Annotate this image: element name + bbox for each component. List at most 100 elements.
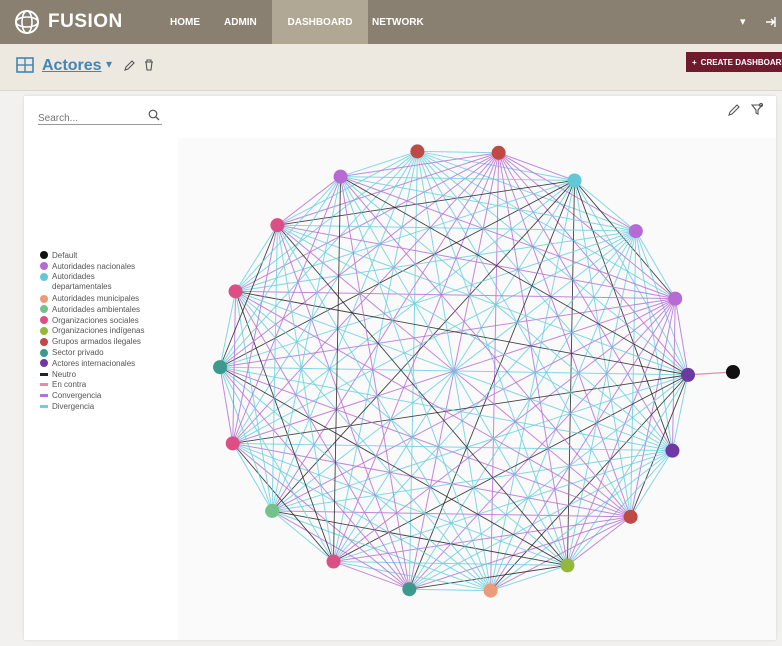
legend-label: Organizaciones indígenas <box>52 326 145 336</box>
legend-label: Divergencia <box>52 402 95 412</box>
legend-label: Neutro <box>52 369 77 379</box>
legend-label: Organizaciones sociales <box>52 315 139 325</box>
graph-node[interactable] <box>726 365 740 379</box>
create-dashboard-button[interactable]: + CREATE DASHBOARD <box>686 52 782 72</box>
graph-node[interactable] <box>628 224 643 239</box>
delete-icon[interactable] <box>144 59 154 71</box>
graph-node[interactable] <box>333 169 348 184</box>
legend-swatch <box>40 262 48 271</box>
legend-item: Autoridades nacionales <box>40 261 145 272</box>
legend-item: Autoridades municipales <box>40 293 145 304</box>
graph-node[interactable] <box>623 509 638 524</box>
legend-swatch <box>40 316 48 325</box>
graph-node[interactable] <box>270 218 285 233</box>
legend-item: Divergencia <box>40 401 145 412</box>
graph-edge <box>219 366 631 518</box>
fusion-logo-icon <box>15 10 39 34</box>
graph-edge <box>277 180 575 226</box>
graph-node[interactable] <box>402 582 417 597</box>
graph-legend: Default Autoridades nacionales Autoridad… <box>40 250 145 412</box>
graph-node[interactable] <box>410 144 425 159</box>
top-navbar: FUSION HOME ADMIN DASHBOARD NETWORK ▾ <box>0 0 782 44</box>
legend-label: Default <box>52 250 78 260</box>
graph-edge <box>277 224 673 452</box>
dashboard-select-chevron-icon[interactable]: ▾ <box>106 57 112 71</box>
legend-swatch <box>40 305 48 314</box>
legend-swatch <box>40 294 48 303</box>
nav-dashboard[interactable]: DASHBOARD <box>272 0 368 44</box>
legend-item: Convergencia <box>40 390 145 401</box>
graph-node[interactable] <box>668 291 683 306</box>
legend-item: Autoridades departamentales <box>40 272 145 294</box>
graph-node[interactable] <box>326 554 341 569</box>
dashboard-grid-icon <box>16 57 34 73</box>
graph-edge <box>417 150 499 154</box>
graph-edge <box>219 224 278 368</box>
graph-edge <box>232 176 342 444</box>
legend-label: Actores internacionales <box>52 358 136 368</box>
legend-item: Sector privado <box>40 347 145 358</box>
graph-node[interactable] <box>228 284 243 299</box>
edit-widget-icon[interactable] <box>728 104 740 116</box>
graph-node[interactable] <box>225 436 240 451</box>
graph-edge <box>219 366 334 562</box>
legend-label: Sector privado <box>52 348 104 358</box>
search-box <box>38 108 162 126</box>
legend-label: En contra <box>52 380 87 390</box>
graph-node[interactable] <box>213 360 228 375</box>
graph-edge <box>574 180 689 376</box>
legend-label: Autoridades municipales <box>52 294 140 304</box>
legend-swatch <box>40 383 48 387</box>
create-dashboard-label: CREATE DASHBOARD <box>700 57 782 67</box>
legend-swatch <box>40 394 48 398</box>
graph-edge <box>276 224 492 591</box>
nav-home[interactable]: HOME <box>160 0 210 44</box>
graph-edge <box>219 298 676 368</box>
graph-edge <box>333 516 631 563</box>
legend-label: Autoridades ambientales <box>52 304 141 314</box>
graph-edge <box>272 510 568 566</box>
network-graph[interactable] <box>178 138 776 640</box>
legend-item: Organizaciones sociales <box>40 315 145 326</box>
search-input[interactable] <box>38 111 138 126</box>
graph-edge <box>490 450 673 591</box>
search-icon[interactable] <box>148 109 160 121</box>
legend-item: Default <box>40 250 145 261</box>
network-graph-area <box>178 138 776 640</box>
logout-icon[interactable] <box>764 0 778 44</box>
legend-label: Autoridades nacionales <box>52 261 136 271</box>
legend-label: Grupos armados ilegales <box>52 337 141 347</box>
graph-node[interactable] <box>560 558 575 573</box>
graph-edges <box>219 150 734 592</box>
graph-edge <box>271 510 410 590</box>
graph-node[interactable] <box>665 443 680 458</box>
legend-label: Autoridades departamentales <box>52 271 112 292</box>
graph-node[interactable] <box>265 503 280 518</box>
legend-swatch <box>40 359 48 368</box>
graph-node[interactable] <box>680 367 695 382</box>
legend-swatch <box>40 251 48 260</box>
graph-edge <box>409 588 491 592</box>
graph-edge <box>340 176 410 590</box>
filter-icon[interactable] <box>750 102 764 116</box>
legend-swatch <box>40 405 48 409</box>
legend-item: Actores internacionales <box>40 358 145 369</box>
nav-admin[interactable]: ADMIN <box>214 0 267 44</box>
legend-swatch <box>40 272 48 281</box>
graph-node[interactable] <box>567 173 582 188</box>
graph-node[interactable] <box>483 583 498 598</box>
legend-swatch <box>40 337 48 346</box>
graph-node[interactable] <box>491 145 506 160</box>
graph-edge <box>232 443 334 562</box>
chevron-down-icon[interactable]: ▾ <box>740 0 746 44</box>
plus-icon: + <box>692 57 697 67</box>
legend-item: En contra <box>40 380 145 391</box>
dashboard-title[interactable]: Actores <box>42 57 102 75</box>
graph-edge <box>235 290 631 518</box>
legend-item: Organizaciones indígenas <box>40 326 145 337</box>
brand[interactable]: FUSION <box>14 0 123 44</box>
edit-icon[interactable] <box>124 60 135 71</box>
graph-edge <box>235 151 418 292</box>
nav-network[interactable]: NETWORK <box>362 0 434 44</box>
app-name: FUSION <box>48 11 123 32</box>
